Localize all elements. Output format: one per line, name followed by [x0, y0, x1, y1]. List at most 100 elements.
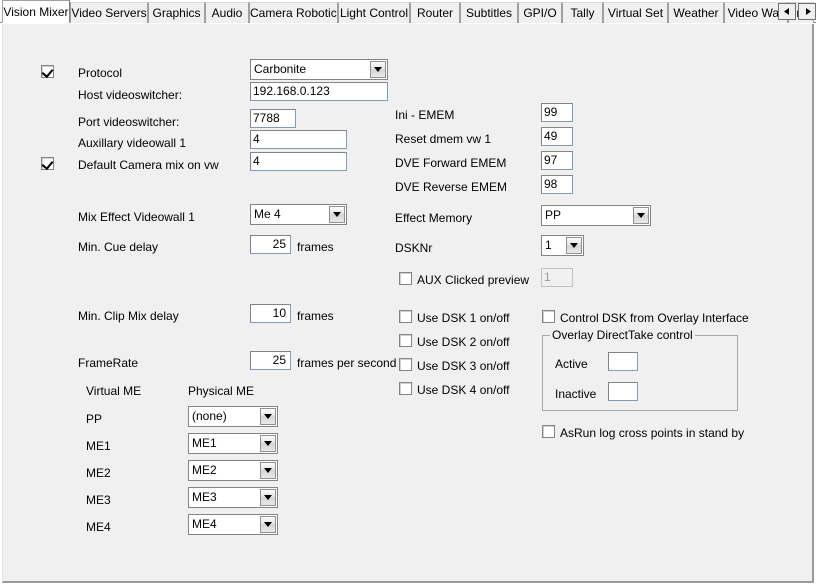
dsknr-value: 1: [545, 238, 552, 252]
overlay-directtake-groupbox: Overlay DirectTake control Active Inacti…: [542, 328, 738, 411]
tab-label: Weather: [673, 6, 719, 20]
chevron-down-icon[interactable]: [260, 408, 276, 425]
chevron-down-icon[interactable]: [260, 462, 276, 479]
triangle-left-icon: [783, 8, 791, 15]
port-videoswitcher-label: Port videoswitcher:: [78, 115, 180, 129]
auxillary-videowall-input[interactable]: 4: [250, 130, 347, 149]
chevron-down-icon[interactable]: [370, 61, 386, 78]
mix-effect-videowall-combo[interactable]: Me 4: [250, 204, 347, 225]
min-clip-mix-delay-units: frames: [297, 309, 334, 323]
reset-dmem-label: Reset dmem vw 1: [395, 132, 492, 146]
effect-memory-combo[interactable]: PP: [541, 205, 651, 226]
tab-audio[interactable]: Audio: [205, 2, 249, 23]
framerate-units: frames per second: [297, 356, 397, 370]
framerate-input[interactable]: 25: [250, 351, 291, 370]
me-row-virtual-me3: ME3: [86, 493, 111, 507]
chevron-down-icon[interactable]: [260, 435, 276, 452]
physical-me-header: Physical ME: [188, 384, 255, 398]
tab-weather[interactable]: Weather: [668, 2, 724, 23]
dve-reverse-emem-label: DVE Reverse EMEM: [395, 180, 508, 194]
me-row-physical-me3-combo[interactable]: ME3: [188, 487, 278, 508]
port-videoswitcher-input[interactable]: 7788: [250, 109, 296, 128]
use-dsk-2-checkbox[interactable]: [399, 334, 412, 347]
me-row-physical-me2-value: ME2: [192, 463, 217, 477]
tab-tally[interactable]: Tally: [562, 2, 603, 23]
overlay-active-input[interactable]: [608, 352, 638, 371]
control-dsk-overlay-label: Control DSK from Overlay Interface: [560, 311, 749, 325]
chevron-down-icon[interactable]: [260, 489, 276, 506]
overlay-inactive-input[interactable]: [608, 382, 638, 401]
protocol-enable-checkbox[interactable]: [41, 65, 54, 78]
use-dsk-2-label: Use DSK 2 on/off: [417, 335, 510, 349]
chevron-down-icon[interactable]: [329, 206, 345, 223]
effect-memory-label: Effect Memory: [395, 211, 473, 225]
vision-mixer-settings-panel: Protocol Carbonite Host videoswitcher: 1…: [2, 24, 814, 583]
use-dsk-1-label: Use DSK 1 on/off: [417, 311, 510, 325]
overlay-active-label: Active: [555, 357, 588, 371]
virtual-me-header: Virtual ME: [86, 384, 142, 398]
control-dsk-overlay-checkbox[interactable]: [542, 310, 555, 323]
dve-forward-emem-input[interactable]: 97: [541, 151, 573, 170]
tab-light-control[interactable]: Light Control: [338, 2, 410, 23]
tab-label: Video Servers: [71, 6, 147, 20]
aux-clicked-preview-input: 1: [541, 268, 573, 287]
mix-effect-videowall-label: Mix Effect Videowall 1: [78, 210, 195, 224]
aux-clicked-preview-label: AUX Clicked preview: [417, 273, 530, 287]
tab-label: GPI/O: [523, 6, 557, 20]
overlay-directtake-title: Overlay DirectTake control: [550, 328, 695, 342]
tab-label: Vision Mixer: [3, 5, 69, 19]
min-clip-mix-delay-input[interactable]: 10: [250, 304, 291, 323]
dve-reverse-emem-input[interactable]: 98: [541, 175, 573, 194]
framerate-label: FrameRate: [78, 356, 139, 370]
asrun-log-checkbox[interactable]: [542, 425, 555, 438]
triangle-right-icon: [804, 8, 811, 15]
tab-label: Virtual Set: [607, 6, 664, 20]
protocol-combo[interactable]: Carbonite: [250, 59, 388, 80]
tab-label: Audio: [211, 6, 243, 20]
min-cue-delay-label: Min. Cue delay: [78, 240, 159, 254]
tab-virtual-set[interactable]: Virtual Set: [603, 2, 668, 23]
ini-emem-input[interactable]: 99: [541, 103, 573, 122]
me-row-virtual-me1: ME1: [86, 439, 111, 453]
default-camera-mix-label: Default Camera mix on vw: [78, 158, 219, 172]
tab-label: Light Control: [339, 6, 409, 20]
chevron-down-icon[interactable]: [633, 207, 649, 224]
use-dsk-4-checkbox[interactable]: [399, 382, 412, 395]
protocol-label: Protocol: [78, 66, 123, 80]
me-row-physical-me1-combo[interactable]: ME1: [188, 433, 278, 454]
me-row-virtual-pp: PP: [86, 412, 103, 426]
me-row-physical-me4-combo[interactable]: ME4: [188, 514, 278, 535]
tab-gpio[interactable]: GPI/O: [518, 2, 562, 23]
host-videoswitcher-input[interactable]: 192.168.0.123: [250, 82, 388, 101]
overlay-inactive-label: Inactive: [555, 387, 597, 401]
default-camera-mix-checkbox[interactable]: [41, 157, 54, 170]
tab-vision-mixer[interactable]: Vision Mixer: [2, 0, 70, 23]
use-dsk-3-checkbox[interactable]: [399, 358, 412, 371]
tab-router[interactable]: Router: [410, 2, 460, 23]
chevron-down-icon[interactable]: [566, 237, 582, 254]
tab-label: Tally: [570, 6, 595, 20]
mix-effect-videowall-value: Me 4: [254, 207, 281, 221]
tab-graphics[interactable]: Graphics: [148, 2, 205, 23]
aux-clicked-preview-checkbox[interactable]: [399, 272, 412, 285]
me-row-physical-pp-value: (none): [192, 409, 227, 423]
tab-label: Video Wall: [727, 6, 785, 20]
use-dsk-1-checkbox[interactable]: [399, 310, 412, 323]
dsknr-combo[interactable]: 1: [541, 235, 584, 256]
use-dsk-3-label: Use DSK 3 on/off: [417, 359, 510, 373]
reset-dmem-input[interactable]: 49: [541, 127, 573, 146]
tab-label: Camera Robotics: [250, 6, 338, 20]
tab-scroll-left-button[interactable]: [778, 3, 796, 20]
dsknr-label: DSKNr: [395, 241, 433, 255]
tab-subtitles[interactable]: Subtitles: [460, 2, 518, 23]
default-camera-mix-input[interactable]: 4: [250, 152, 347, 171]
me-row-physical-pp-combo[interactable]: (none): [188, 406, 278, 427]
tab-scroll-right-button[interactable]: [798, 3, 816, 20]
tab-video-servers[interactable]: Video Servers: [70, 2, 148, 23]
me-row-physical-me2-combo[interactable]: ME2: [188, 460, 278, 481]
tab-camera-robotics[interactable]: Camera Robotics: [249, 2, 338, 23]
chevron-down-icon[interactable]: [260, 516, 276, 533]
dve-forward-emem-label: DVE Forward EMEM: [395, 156, 507, 170]
min-cue-delay-input[interactable]: 25: [250, 235, 291, 254]
me-row-physical-me1-value: ME1: [192, 436, 217, 450]
